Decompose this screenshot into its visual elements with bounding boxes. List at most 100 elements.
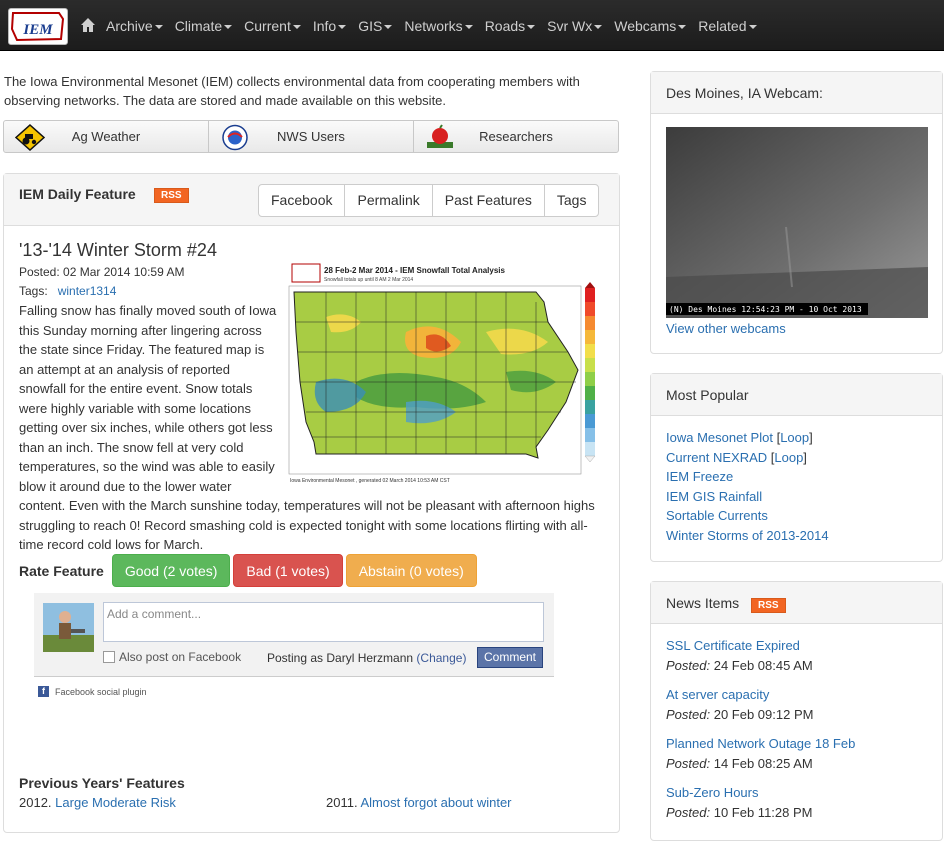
- nav-item-label: Current: [244, 17, 291, 34]
- daily-feature-title: IEM Daily Feature: [19, 186, 136, 202]
- popular-loop-link[interactable]: Loop: [774, 450, 803, 465]
- facebook-icon: f: [38, 686, 49, 697]
- previous-feature-item: 2011. Almost forgot about winter: [326, 795, 512, 810]
- researchers-button[interactable]: Researchers: [414, 121, 618, 152]
- nav-item-gis[interactable]: GIS: [358, 17, 393, 34]
- caret-down-icon: [464, 24, 473, 29]
- most-popular-title: Most Popular: [651, 374, 942, 416]
- popular-loop-link[interactable]: Loop: [780, 430, 809, 445]
- previous-feature-year: 2011.: [326, 795, 358, 810]
- rate-bad-button[interactable]: Bad (1 votes): [233, 554, 343, 587]
- tags-button[interactable]: Tags: [545, 185, 599, 216]
- posted-label: Posted:: [666, 657, 711, 673]
- change-link[interactable]: (Change): [416, 651, 466, 665]
- nws-logo-icon: [222, 124, 248, 151]
- top-navbar: IEM Archive Climate Current Info GIS Networks…: [0, 0, 944, 51]
- webcam-panel: Des Moines, IA Webcam: (N) Des Moines 12…: [650, 71, 943, 354]
- facebook-comments-box: Add a comment... Also post on Facebook P…: [34, 593, 554, 677]
- feature-title: '13-'14 Winter Storm #24: [19, 240, 217, 260]
- svg-text:Snowfall totals up until 8 AM: Snowfall totals up until 8 AM 2 Mar 2014: [324, 277, 413, 283]
- audience-buttons: Ag Weather NWS Users Researchers: [3, 120, 619, 153]
- tag-link[interactable]: winter1314: [58, 284, 117, 298]
- posting-as-text: Posting as Daryl Herzmann: [267, 651, 414, 665]
- rate-good-button[interactable]: Good (2 votes): [111, 554, 231, 587]
- also-post-checkbox[interactable]: Also post on Facebook: [103, 650, 241, 664]
- rate-feature-label: Rate Feature: [19, 562, 104, 579]
- nav-item-roads[interactable]: Roads: [485, 18, 536, 34]
- news-list: SSL Certificate Expired Posted: 24 Feb 08…: [651, 624, 942, 822]
- nav-item-archive[interactable]: Archive: [106, 18, 163, 34]
- news-item-link[interactable]: Sub-Zero Hours: [666, 783, 927, 803]
- news-item-link[interactable]: At server capacity: [666, 685, 927, 705]
- news-item-date: 20 Feb 09:12 PM: [713, 706, 814, 722]
- comment-input[interactable]: Add a comment...: [103, 602, 544, 642]
- popular-item: Sortable Currents: [666, 506, 927, 526]
- comment-button[interactable]: Comment: [477, 647, 544, 668]
- previous-feature-item: 2012. Large Moderate Risk: [19, 795, 176, 810]
- previous-feature-link[interactable]: Almost forgot about winter: [360, 795, 511, 810]
- posted-label: Posted:: [666, 804, 711, 820]
- news-item-date: 24 Feb 08:45 AM: [713, 657, 813, 673]
- nws-users-button[interactable]: NWS Users: [209, 121, 414, 152]
- tags-label: Tags:: [19, 284, 48, 298]
- svg-text:(N) Des Moines 12:54:23 PM - 1: (N) Des Moines 12:54:23 PM - 10 Oct 2013: [669, 305, 862, 314]
- news-item: At server capacity Posted: 20 Feb 09:12 P…: [651, 685, 942, 724]
- nav-item-info[interactable]: Info: [312, 17, 347, 34]
- posting-as: Posting as Daryl Herzmann (Change): [267, 651, 466, 665]
- checkbox-box[interactable]: [103, 651, 115, 663]
- popular-link[interactable]: IEM GIS Rainfall: [666, 489, 762, 504]
- apple-book-icon: [427, 124, 453, 148]
- popular-link[interactable]: Sortable Currents: [666, 508, 768, 523]
- nav-item-label: GIS: [358, 17, 383, 34]
- rate-feature-row: Rate Feature Good (2 votes) Bad (1 votes…: [19, 554, 480, 587]
- facebook-plugin-label[interactable]: Facebook social plugin: [55, 687, 147, 697]
- nav-item-webcams[interactable]: Webcams: [614, 18, 687, 34]
- news-item-posted: Posted: 24 Feb 08:45 AM: [666, 656, 927, 676]
- popular-item: IEM Freeze: [666, 467, 927, 487]
- popular-list: Iowa Mesonet Plot [Loop] Current NEXRAD […: [651, 416, 942, 545]
- posted-label: Posted:: [666, 755, 711, 771]
- news-item-link[interactable]: SSL Certificate Expired: [666, 636, 927, 656]
- nav-item-climate[interactable]: Climate: [175, 18, 233, 34]
- intro-text: The Iowa Environmental Mesonet (IEM) col…: [4, 74, 580, 108]
- popular-link[interactable]: IEM Freeze: [666, 469, 733, 484]
- news-item-date: 14 Feb 08:25 AM: [713, 755, 813, 771]
- news-rss-badge[interactable]: RSS: [751, 598, 786, 613]
- also-post-label: Also post on Facebook: [119, 650, 242, 664]
- nav-item-label: Info: [312, 17, 337, 34]
- news-item-date: 10 Feb 11:28 PM: [713, 804, 813, 820]
- iem-logo[interactable]: IEM: [8, 8, 68, 45]
- rate-abstain-button[interactable]: Abstain (0 votes): [345, 554, 477, 587]
- nav-item-related[interactable]: Related: [698, 18, 757, 34]
- facebook-button[interactable]: Facebook: [259, 185, 346, 216]
- popular-link[interactable]: Current NEXRAD: [666, 450, 767, 465]
- past-features-button[interactable]: Past Features: [433, 185, 545, 216]
- popular-link[interactable]: Winter Storms of 2013-2014: [666, 528, 829, 543]
- previous-feature-year: 2012.: [19, 795, 52, 810]
- posted-label: Posted:: [666, 706, 711, 722]
- tractor-sign-icon: [14, 124, 46, 151]
- previous-feature-link[interactable]: Large Moderate Risk: [55, 795, 176, 810]
- news-item-link[interactable]: Planned Network Outage 18 Feb: [666, 734, 927, 754]
- ag-weather-button[interactable]: Ag Weather: [4, 121, 209, 152]
- daily-feature-panel: IEM Daily Feature RSS Facebook Permalink…: [3, 173, 620, 833]
- webcam-image[interactable]: (N) Des Moines 12:54:23 PM - 10 Oct 2013: [666, 127, 928, 318]
- webcam-panel-title: Des Moines, IA Webcam:: [651, 72, 942, 114]
- daily-feature-header: IEM Daily Feature RSS Facebook Permalink…: [4, 174, 619, 226]
- view-webcams-link[interactable]: View other webcams: [666, 321, 786, 336]
- permalink-button[interactable]: Permalink: [345, 185, 433, 216]
- svg-text:28 Feb-2 Mar 2014 - IEM Snowfa: 28 Feb-2 Mar 2014 - IEM Snowfall Total A…: [324, 266, 505, 275]
- previous-features-title: Previous Years' Features: [19, 775, 185, 791]
- home-icon[interactable]: [80, 17, 96, 33]
- popular-link[interactable]: Iowa Mesonet Plot: [666, 430, 773, 445]
- user-avatar: [43, 603, 94, 652]
- nav-item-svr-wx[interactable]: Svr Wx: [547, 18, 603, 34]
- nav-item-current[interactable]: Current: [244, 18, 301, 34]
- news-item: SSL Certificate Expired Posted: 24 Feb 08…: [651, 636, 942, 675]
- news-title: News Items: [666, 595, 740, 611]
- snowfall-map[interactable]: 28 Feb-2 Mar 2014 - IEM Snowfall Total A…: [286, 262, 604, 484]
- popular-item: IEM GIS Rainfall: [666, 487, 927, 507]
- news-item: Sub-Zero Hours Posted: 10 Feb 11:28 PM: [651, 783, 942, 822]
- rss-badge[interactable]: RSS: [154, 188, 189, 203]
- nav-item-networks[interactable]: Networks: [404, 18, 473, 34]
